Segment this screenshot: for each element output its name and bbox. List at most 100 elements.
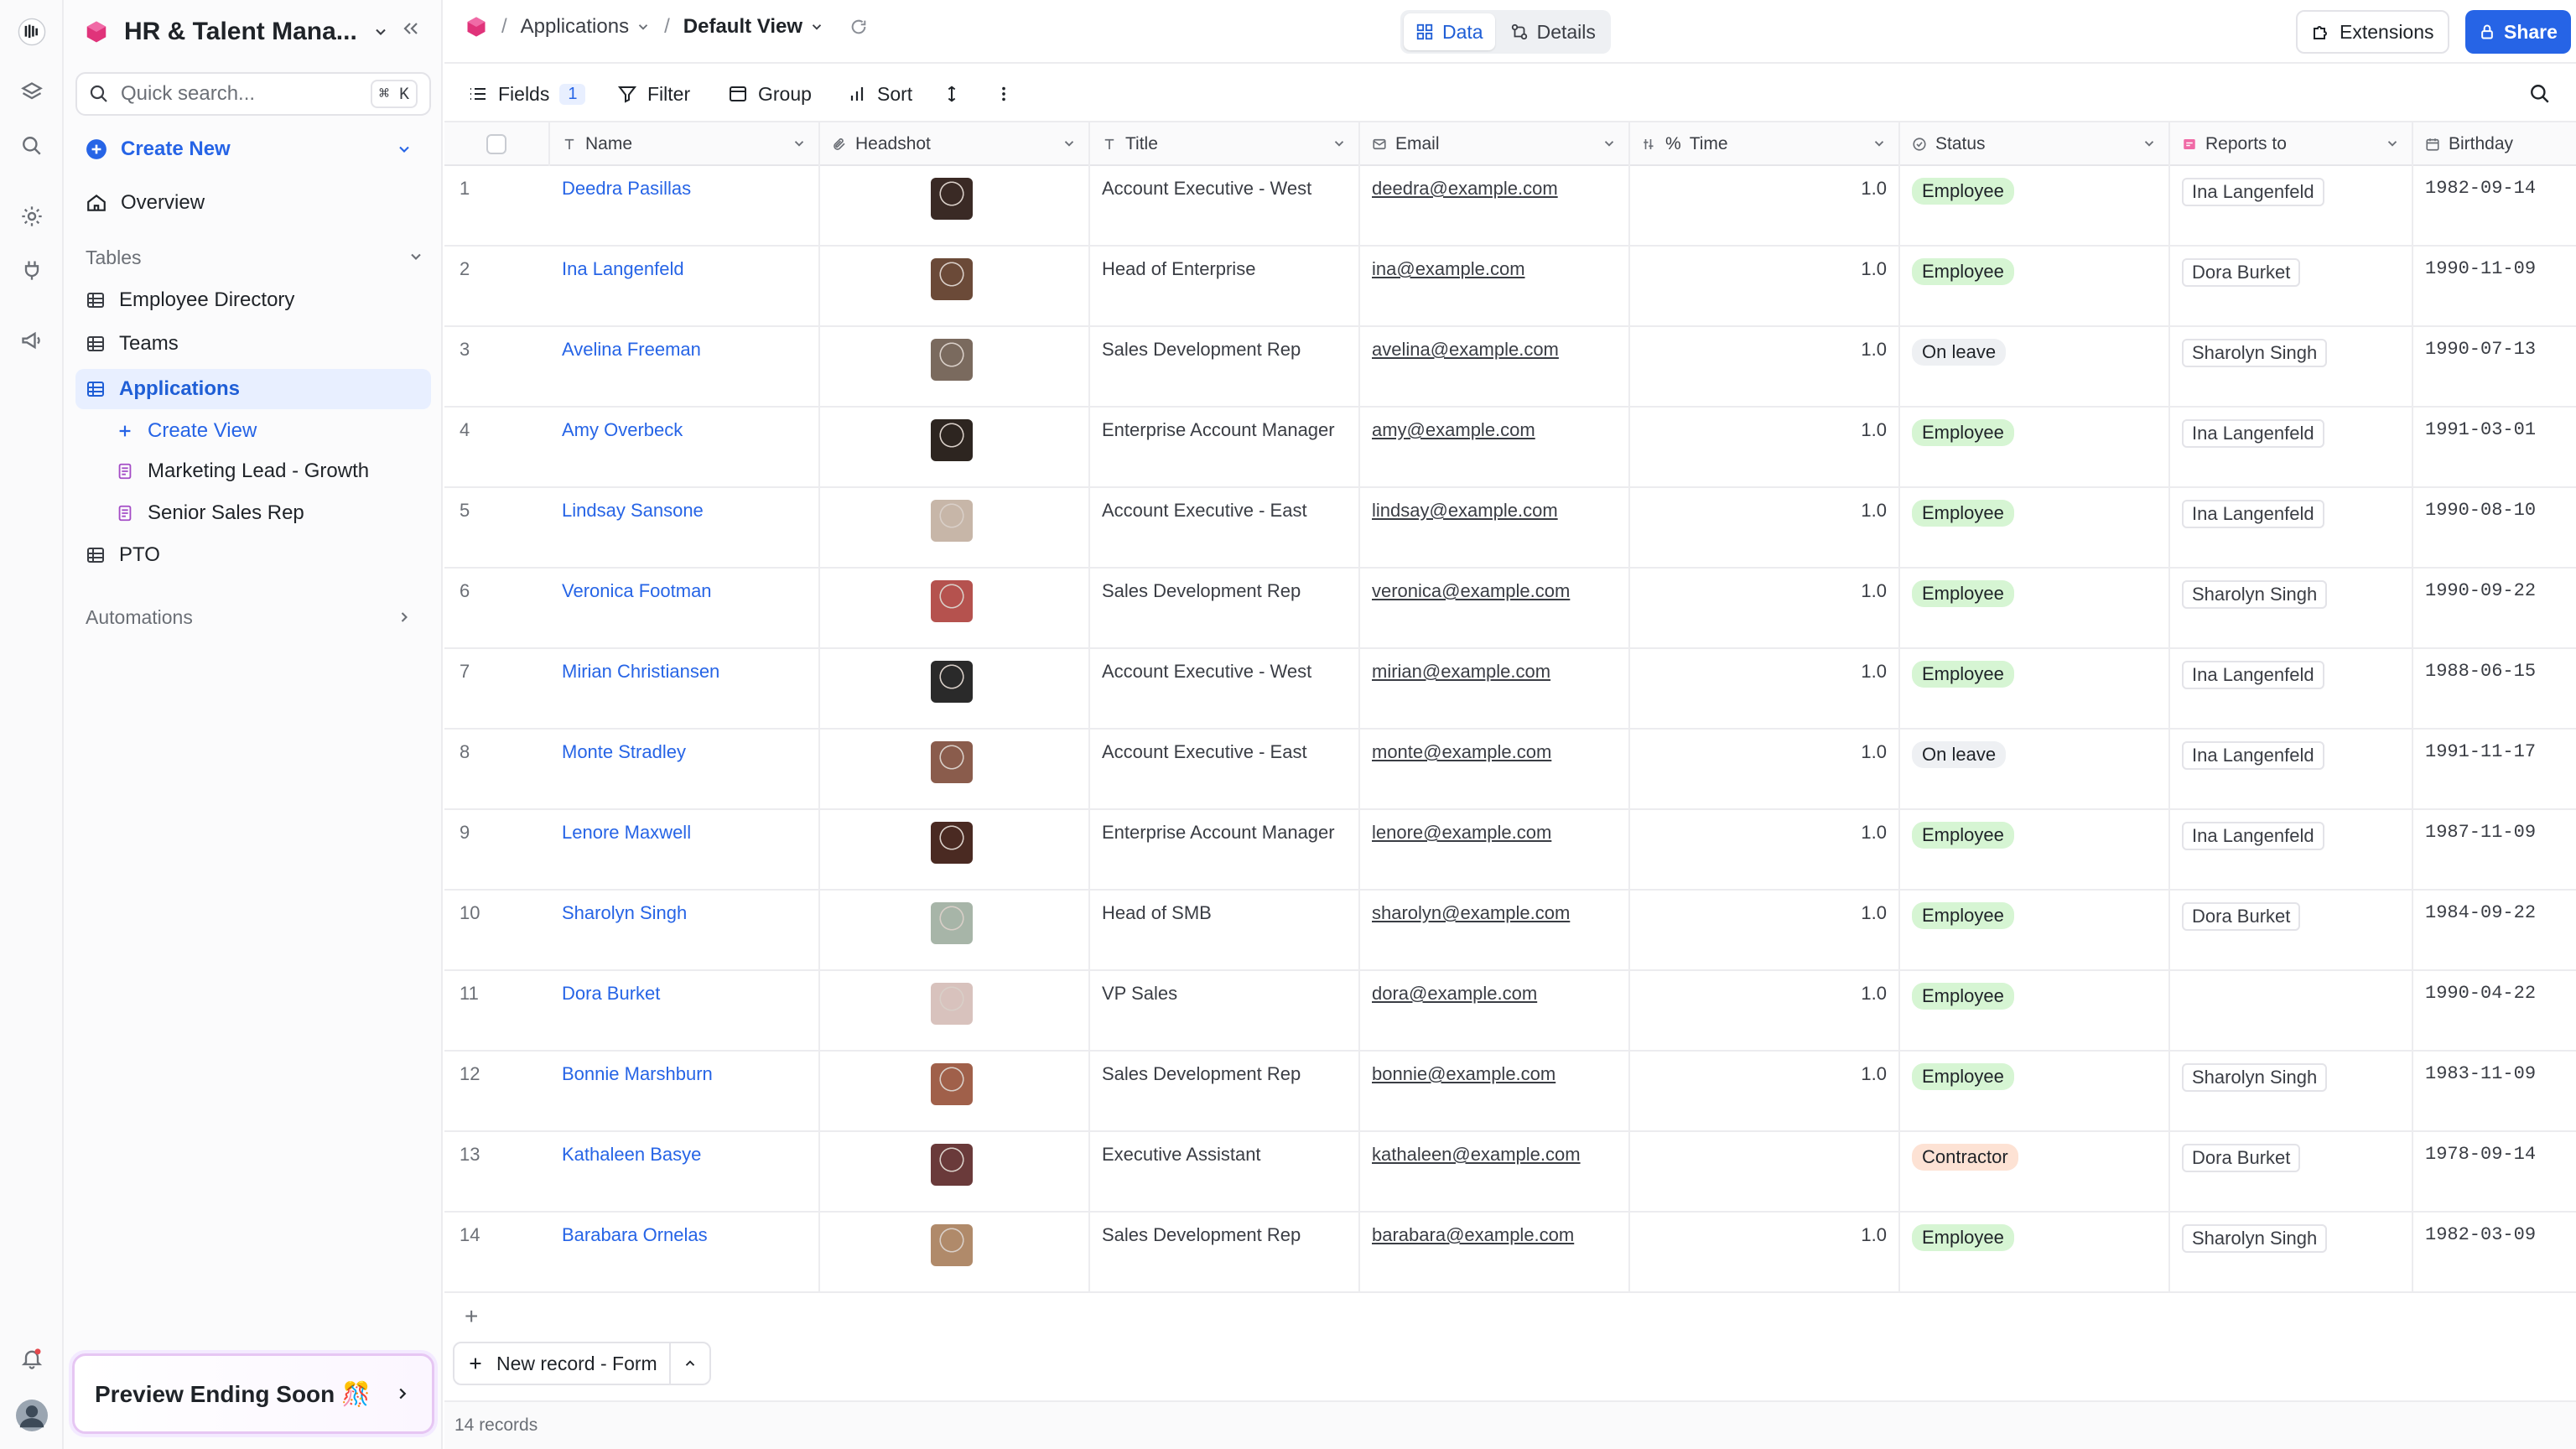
- sidebar-item-pto[interactable]: PTO: [75, 535, 431, 575]
- cell-status[interactable]: On leave: [1900, 327, 2170, 408]
- cell-reports-to[interactable]: Dora Burket: [2170, 247, 2413, 327]
- cell-time[interactable]: 1.0: [1630, 891, 1900, 971]
- linked-record-chip[interactable]: Ina Langenfeld: [2182, 419, 2324, 448]
- table-row[interactable]: 11 Dora Burket VP Sales dora@example.com 1.0…: [444, 971, 2576, 1052]
- cell-headshot[interactable]: [820, 327, 1090, 408]
- cell-title[interactable]: VP Sales: [1090, 971, 1360, 1052]
- headshot-avatar[interactable]: [931, 500, 973, 542]
- cell-email[interactable]: monte@example.com: [1360, 730, 1630, 810]
- cell-name[interactable]: Veronica Footman: [550, 569, 820, 649]
- cell-title[interactable]: Executive Assistant: [1090, 1132, 1360, 1213]
- new-record-options-button[interactable]: [671, 1343, 709, 1384]
- cell-birthday[interactable]: 1990-04-22: [2413, 971, 2576, 1052]
- cell-birthday[interactable]: 1991-11-17: [2413, 730, 2576, 810]
- create-new-button[interactable]: Create New: [75, 129, 431, 169]
- cell-status[interactable]: Employee: [1900, 569, 2170, 649]
- sidebar-item-employee-directory[interactable]: Employee Directory: [75, 280, 431, 320]
- cell-title[interactable]: Sales Development Rep: [1090, 1213, 1360, 1293]
- linked-record-chip[interactable]: Sharolyn Singh: [2182, 580, 2328, 609]
- cell-title[interactable]: Account Executive - East: [1090, 488, 1360, 569]
- cell-status[interactable]: Employee: [1900, 166, 2170, 247]
- cell-email[interactable]: kathaleen@example.com: [1360, 1132, 1630, 1213]
- workspace-switcher[interactable]: HR & Talent Mana...: [84, 13, 389, 50]
- headshot-avatar[interactable]: [931, 902, 973, 944]
- table-row[interactable]: 1 Deedra Pasillas Account Executive - West…: [444, 166, 2576, 247]
- cell-status[interactable]: On leave: [1900, 730, 2170, 810]
- headshot-avatar[interactable]: [931, 339, 973, 381]
- cell-time[interactable]: 1.0: [1630, 488, 1900, 569]
- cell-email[interactable]: bonnie@example.com: [1360, 1052, 1630, 1132]
- cell-reports-to[interactable]: Ina Langenfeld: [2170, 730, 2413, 810]
- cell-reports-to[interactable]: Dora Burket: [2170, 891, 2413, 971]
- linked-record-chip[interactable]: Sharolyn Singh: [2182, 339, 2328, 367]
- preview-ending-banner[interactable]: Preview Ending Soon 🎊: [72, 1353, 434, 1434]
- cell-email[interactable]: avelina@example.com: [1360, 327, 1630, 408]
- sidebar-view-marketing-lead[interactable]: Marketing Lead - Growth: [106, 451, 431, 491]
- cell-email[interactable]: dora@example.com: [1360, 971, 1630, 1052]
- cell-headshot[interactable]: [820, 166, 1090, 247]
- cell-title[interactable]: Head of Enterprise: [1090, 247, 1360, 327]
- cell-birthday[interactable]: 1990-07-13: [2413, 327, 2576, 408]
- quick-search-input[interactable]: Quick search... ⌘ K: [75, 72, 431, 116]
- cell-time[interactable]: 1.0: [1630, 1052, 1900, 1132]
- cell-headshot[interactable]: [820, 488, 1090, 569]
- cell-reports-to[interactable]: Sharolyn Singh: [2170, 327, 2413, 408]
- sort-button[interactable]: Sort: [847, 77, 912, 111]
- cell-title[interactable]: Enterprise Account Manager: [1090, 408, 1360, 488]
- cell-name[interactable]: Amy Overbeck: [550, 408, 820, 488]
- linked-record-chip[interactable]: Ina Langenfeld: [2182, 661, 2324, 689]
- column-header-email[interactable]: Email: [1360, 122, 1630, 166]
- table-row[interactable]: 2 Ina Langenfeld Head of Enterprise ina@exa…: [444, 247, 2576, 327]
- cell-headshot[interactable]: [820, 810, 1090, 891]
- cell-email[interactable]: mirian@example.com: [1360, 649, 1630, 730]
- column-header-birthday[interactable]: Birthday: [2413, 122, 2576, 166]
- table-row[interactable]: 7 Mirian Christiansen Account Executive - …: [444, 649, 2576, 730]
- cell-reports-to[interactable]: Sharolyn Singh: [2170, 1213, 2413, 1293]
- cell-status[interactable]: Employee: [1900, 488, 2170, 569]
- breadcrumb-table[interactable]: Applications: [521, 15, 629, 39]
- headshot-avatar[interactable]: [931, 1144, 973, 1186]
- cell-status[interactable]: Employee: [1900, 649, 2170, 730]
- sidebar-item-teams[interactable]: Teams: [75, 324, 431, 364]
- extensions-button[interactable]: Extensions: [2296, 10, 2449, 54]
- cell-headshot[interactable]: [820, 1132, 1090, 1213]
- cell-time[interactable]: 1.0: [1630, 730, 1900, 810]
- headshot-avatar[interactable]: [931, 580, 973, 622]
- cell-headshot[interactable]: [820, 569, 1090, 649]
- cell-status[interactable]: Employee: [1900, 971, 2170, 1052]
- cell-name[interactable]: Sharolyn Singh: [550, 891, 820, 971]
- cell-time[interactable]: [1630, 1132, 1900, 1213]
- cell-time[interactable]: 1.0: [1630, 166, 1900, 247]
- cell-status[interactable]: Employee: [1900, 247, 2170, 327]
- cell-reports-to[interactable]: Ina Langenfeld: [2170, 488, 2413, 569]
- table-row[interactable]: 9 Lenore Maxwell Enterprise Account Manage…: [444, 810, 2576, 891]
- search-icon[interactable]: [15, 129, 49, 163]
- sidebar-item-applications[interactable]: Applications: [75, 369, 431, 409]
- cell-name[interactable]: Bonnie Marshburn: [550, 1052, 820, 1132]
- chevron-down-icon[interactable]: [809, 19, 824, 34]
- table-row[interactable]: 13 Kathaleen Basye Executive Assistant kath…: [444, 1132, 2576, 1213]
- headshot-avatar[interactable]: [931, 1224, 973, 1266]
- refresh-icon[interactable]: [849, 18, 868, 36]
- cell-birthday[interactable]: 1982-03-09: [2413, 1213, 2576, 1293]
- headshot-avatar[interactable]: [931, 1063, 973, 1105]
- cell-title[interactable]: Sales Development Rep: [1090, 327, 1360, 408]
- headshot-avatar[interactable]: [931, 741, 973, 783]
- table-row[interactable]: 8 Monte Stradley Account Executive - East m…: [444, 730, 2576, 810]
- cell-status[interactable]: Employee: [1900, 408, 2170, 488]
- cell-email[interactable]: amy@example.com: [1360, 408, 1630, 488]
- cell-birthday[interactable]: 1990-09-22: [2413, 569, 2576, 649]
- cell-email[interactable]: lindsay@example.com: [1360, 488, 1630, 569]
- linked-record-chip[interactable]: Ina Langenfeld: [2182, 500, 2324, 528]
- filter-button[interactable]: Filter: [617, 77, 690, 111]
- cell-birthday[interactable]: 1978-09-14: [2413, 1132, 2576, 1213]
- cell-headshot[interactable]: [820, 971, 1090, 1052]
- cell-status[interactable]: Employee: [1900, 1052, 2170, 1132]
- user-avatar[interactable]: [15, 1399, 49, 1432]
- row-height-button[interactable]: [943, 77, 961, 111]
- cell-reports-to[interactable]: Ina Langenfeld: [2170, 649, 2413, 730]
- cell-email[interactable]: deedra@example.com: [1360, 166, 1630, 247]
- table-row[interactable]: 12 Bonnie Marshburn Sales Development Rep b…: [444, 1052, 2576, 1132]
- cell-time[interactable]: 1.0: [1630, 247, 1900, 327]
- column-header-name[interactable]: Name: [550, 122, 820, 166]
